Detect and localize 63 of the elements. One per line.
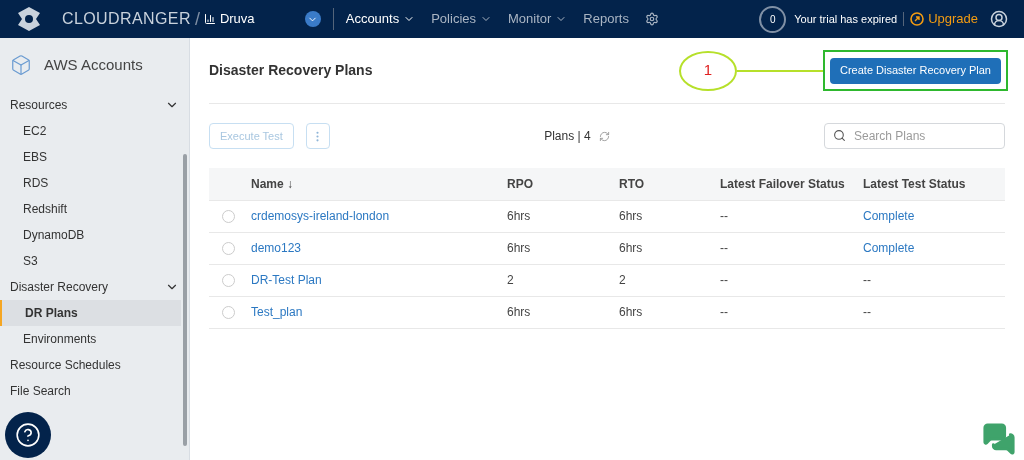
help-icon[interactable]: [15, 422, 41, 448]
sidebar-item[interactable]: Redshift: [0, 196, 181, 222]
trial-status: Your trial has expired: [794, 11, 898, 27]
sidebar-item[interactable]: S3: [0, 248, 181, 274]
table-cell: 6hrs: [507, 200, 619, 232]
help-button[interactable]: [5, 412, 51, 458]
table-cell: --: [863, 296, 1005, 328]
upgrade-link[interactable]: Upgrade: [910, 9, 978, 29]
sidebar-item[interactable]: RDS: [0, 170, 181, 196]
callout-number: 1: [679, 50, 737, 91]
table-cell: 6hrs: [619, 232, 720, 264]
table-cell: 6hrs: [619, 296, 720, 328]
search-field[interactable]: Search Plans: [824, 123, 1005, 149]
user-avatar-icon[interactable]: [990, 10, 1008, 28]
table-cell: --: [863, 264, 1005, 296]
sidebar-item[interactable]: EBS: [0, 144, 181, 170]
table-cell: Complete: [863, 200, 1005, 232]
column-header[interactable]: Name ↓: [251, 168, 507, 200]
column-header[interactable]: Latest Test Status: [863, 168, 1005, 200]
table-cell: 2: [619, 264, 720, 296]
refresh-icon[interactable]: [598, 130, 610, 142]
table-cell: --: [720, 296, 863, 328]
sidebar-item[interactable]: DR Plans: [0, 300, 181, 326]
plan-name-link[interactable]: Test_plan: [251, 296, 507, 328]
table-cell: 6hrs: [507, 232, 619, 264]
nav-menu-item[interactable]: Reports: [583, 9, 629, 29]
scrollbar[interactable]: [183, 154, 187, 446]
sidebar-section[interactable]: Resource Schedules: [0, 352, 189, 378]
nav-menu-item[interactable]: Accounts: [345, 9, 416, 29]
table-cell: Complete: [863, 232, 1005, 264]
table-cell: --: [720, 264, 863, 296]
organization-name: Druva: [219, 10, 255, 29]
table-cell: --: [720, 200, 863, 232]
table-cell: 2: [507, 264, 619, 296]
column-header[interactable]: RPO: [507, 168, 619, 200]
column-header[interactable]: Latest Failover Status: [720, 168, 863, 200]
plan-name-link[interactable]: DR-Test Plan: [251, 264, 507, 296]
plan-name-link[interactable]: crdemosys-ireland-london: [251, 200, 507, 232]
table-cell: --: [720, 232, 863, 264]
sidebar-section[interactable]: File Search: [0, 378, 189, 404]
sidebar-item[interactable]: Environments: [0, 326, 181, 352]
nav-menu-item[interactable]: Policies: [431, 9, 492, 29]
sidebar-item[interactable]: EC2: [0, 118, 181, 144]
search-icon[interactable]: [833, 129, 846, 142]
chat-icon[interactable]: [982, 422, 1016, 456]
brand-name: CLOUDRANGER: [62, 9, 191, 29]
nav-menu-item[interactable]: Monitor: [508, 9, 568, 29]
settings-icon[interactable]: [644, 12, 659, 26]
breadcrumb-separator: /: [194, 7, 200, 31]
sidebar-section[interactable]: Resources: [0, 92, 189, 118]
page-title: Disaster Recovery Plans: [209, 61, 373, 80]
column-header[interactable]: RTO: [619, 168, 720, 200]
logo-icon[interactable]: [16, 6, 42, 32]
create-plan-button[interactable]: Create Disaster Recovery Plan: [830, 57, 1001, 84]
plans-count: Plans | 4: [544, 128, 591, 145]
table-cell: 6hrs: [507, 296, 619, 328]
cube-icon: [10, 54, 32, 76]
notification-count[interactable]: 0: [759, 5, 787, 33]
sidebar-section[interactable]: Disaster Recovery: [0, 274, 189, 300]
sidebar-item[interactable]: DynamoDB: [0, 222, 181, 248]
table-cell: 6hrs: [619, 200, 720, 232]
sidebar-title: AWS Accounts: [44, 54, 143, 75]
plan-name-link[interactable]: demo123: [251, 232, 507, 264]
